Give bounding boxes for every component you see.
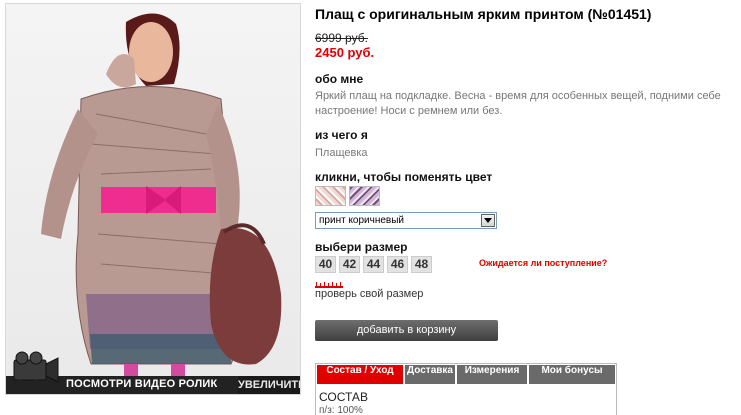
size-heading: выбери размер	[315, 240, 408, 254]
size-options: 40 42 44 46 48	[315, 256, 432, 273]
material-heading: из чего я	[315, 128, 368, 142]
color-swatch-purple[interactable]	[349, 186, 380, 206]
about-text: Яркий плащ на подкладке. Весна - время д…	[315, 90, 721, 117]
watch-video-label: ПОСМОТРИ ВИДЕО РОЛИК	[66, 378, 218, 390]
composition-title: СОСТАВ	[319, 390, 368, 404]
color-heading: кликни, чтобы поменять цвет	[315, 170, 493, 184]
check-size-link[interactable]: проверь свой размер	[315, 288, 423, 300]
color-swatches	[315, 186, 380, 206]
size-option-40[interactable]: 40	[315, 256, 336, 273]
add-to-cart-button[interactable]: добавить в корзину	[315, 320, 498, 341]
zoom-button[interactable]: УВЕЛИЧИТЬ	[238, 376, 300, 394]
availability-link[interactable]: Ожидается ли поступление?	[479, 258, 607, 268]
material-text: Плащевка	[315, 147, 368, 159]
color-swatch-brown[interactable]	[315, 186, 346, 206]
tab-composition[interactable]: Состав / Уход	[317, 365, 403, 384]
product-photo[interactable]: ПОСМОТРИ ВИДЕО РОЛИК УВЕЛИЧИТЬ	[5, 3, 301, 395]
tab-delivery[interactable]: Доставка	[405, 365, 455, 384]
product-title: Плащ с оригинальным ярким принтом (№0145…	[315, 6, 652, 22]
composition-text: п/з: 100%	[319, 405, 363, 415]
size-option-48[interactable]: 48	[411, 256, 432, 273]
new-price: 2450 руб.	[315, 45, 375, 60]
model-illustration	[41, 13, 282, 378]
size-option-42[interactable]: 42	[339, 256, 360, 273]
color-select[interactable]: принт коричневый	[315, 212, 497, 229]
size-option-44[interactable]: 44	[363, 256, 384, 273]
old-price: 6999 руб.	[315, 31, 368, 45]
tab-bonuses[interactable]: Мои бонусы	[529, 365, 615, 384]
video-camera-icon	[13, 351, 59, 392]
details-tabs: Состав / Уход Доставка Измерения Мои бон…	[315, 363, 617, 415]
chevron-down-icon[interactable]	[481, 214, 495, 227]
color-select-value: принт коричневый	[319, 215, 405, 226]
about-heading: обо мне	[315, 72, 364, 86]
size-option-46[interactable]: 46	[387, 256, 408, 273]
watch-video-button[interactable]: ПОСМОТРИ ВИДЕО РОЛИК	[8, 350, 240, 394]
tab-measurements[interactable]: Измерения	[457, 365, 527, 384]
